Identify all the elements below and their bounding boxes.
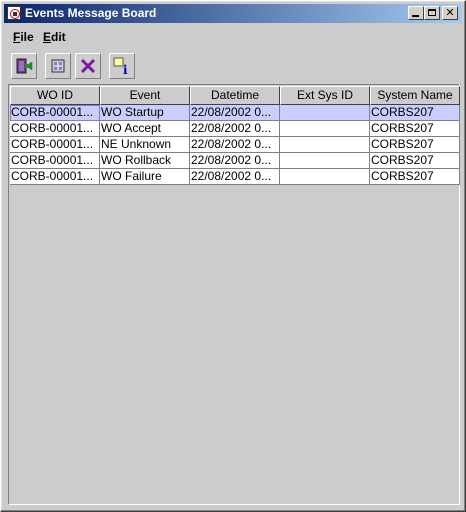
- refresh-button[interactable]: [45, 53, 71, 79]
- table-cell: CORB-00001...: [10, 169, 100, 185]
- column-header[interactable]: Datetime: [190, 86, 280, 105]
- table-cell: WO Failure: [100, 169, 190, 185]
- delete-icon: [80, 58, 96, 74]
- column-header[interactable]: System Name: [370, 86, 460, 105]
- table-cell: CORB-00001...: [10, 137, 100, 153]
- menu-edit[interactable]: Edit: [43, 30, 66, 44]
- table-header: WO ID Event Datetime Ext Sys ID System Name: [10, 86, 460, 105]
- delete-button[interactable]: [75, 53, 101, 79]
- maximize-icon: [428, 9, 436, 16]
- app-icon[interactable]: [7, 6, 21, 20]
- table-row[interactable]: CORB-00001... WO Rollback 22/08/2002 0... C…: [10, 153, 460, 169]
- table-cell: CORB-00001...: [10, 121, 100, 137]
- table-cell: 22/08/2002 0...: [190, 137, 280, 153]
- events-message-board-window: Events Message Board ✕ File Edit i WO ID…: [0, 0, 466, 512]
- table-cell: 22/08/2002 0...: [190, 153, 280, 169]
- menu-file[interactable]: File: [13, 30, 34, 44]
- table-cell: CORBS207: [370, 121, 460, 137]
- table-cell: [280, 137, 370, 153]
- info-icon: i: [113, 57, 128, 75]
- table-cell: WO Accept: [100, 121, 190, 137]
- table-row[interactable]: CORB-00001... WO Failure 22/08/2002 0... CO…: [10, 169, 460, 185]
- column-header[interactable]: Event: [100, 86, 190, 105]
- column-header[interactable]: Ext Sys ID: [280, 86, 370, 105]
- table-cell: WO Startup: [100, 105, 190, 121]
- exit-door-icon: [16, 58, 33, 74]
- table-cell: CORB-00001...: [10, 153, 100, 169]
- menu-edit-mnemonic: E: [43, 30, 52, 44]
- table-cell: CORBS207: [370, 153, 460, 169]
- table-row[interactable]: CORB-00001... NE Unknown 22/08/2002 0... CO…: [10, 137, 460, 153]
- table-row[interactable]: CORB-00001... WO Startup 22/08/2002 0... CO…: [10, 105, 460, 121]
- menu-edit-label: dit: [51, 30, 66, 44]
- table-cell: NE Unknown: [100, 137, 190, 153]
- table-cell: CORBS207: [370, 105, 460, 121]
- table-row[interactable]: CORB-00001... WO Accept 22/08/2002 0... COR…: [10, 121, 460, 137]
- window-title: Events Message Board: [25, 6, 157, 20]
- exit-button[interactable]: [11, 53, 37, 79]
- column-header[interactable]: WO ID: [10, 86, 100, 105]
- events-table[interactable]: WO ID Event Datetime Ext Sys ID System Name …: [8, 84, 460, 505]
- info-button[interactable]: i: [109, 53, 135, 79]
- minimize-icon: [412, 15, 419, 17]
- toolbar: i: [4, 49, 462, 83]
- table-cell: CORBS207: [370, 169, 460, 185]
- refresh-icon: [51, 59, 65, 73]
- table-cell: CORBS207: [370, 137, 460, 153]
- minimize-button[interactable]: [408, 6, 424, 20]
- table-cell: [280, 121, 370, 137]
- menu-file-label: ile: [20, 30, 34, 44]
- table-cell: [280, 105, 370, 121]
- table-cell: WO Rollback: [100, 153, 190, 169]
- table-cell: 22/08/2002 0...: [190, 169, 280, 185]
- table-cell: 22/08/2002 0...: [190, 105, 280, 121]
- svg-text:i: i: [123, 63, 128, 75]
- table-cell: CORB-00001...: [10, 105, 100, 121]
- table-cell: 22/08/2002 0...: [190, 121, 280, 137]
- table-body: CORB-00001... WO Startup 22/08/2002 0... CO…: [10, 105, 460, 185]
- close-button[interactable]: ✕: [442, 6, 458, 20]
- table-cell: [280, 169, 370, 185]
- maximize-button[interactable]: [424, 6, 440, 20]
- menu-bar: File Edit: [4, 27, 462, 47]
- table-cell: [280, 153, 370, 169]
- title-bar[interactable]: Events Message Board ✕: [4, 4, 462, 23]
- close-icon: ✕: [445, 6, 455, 19]
